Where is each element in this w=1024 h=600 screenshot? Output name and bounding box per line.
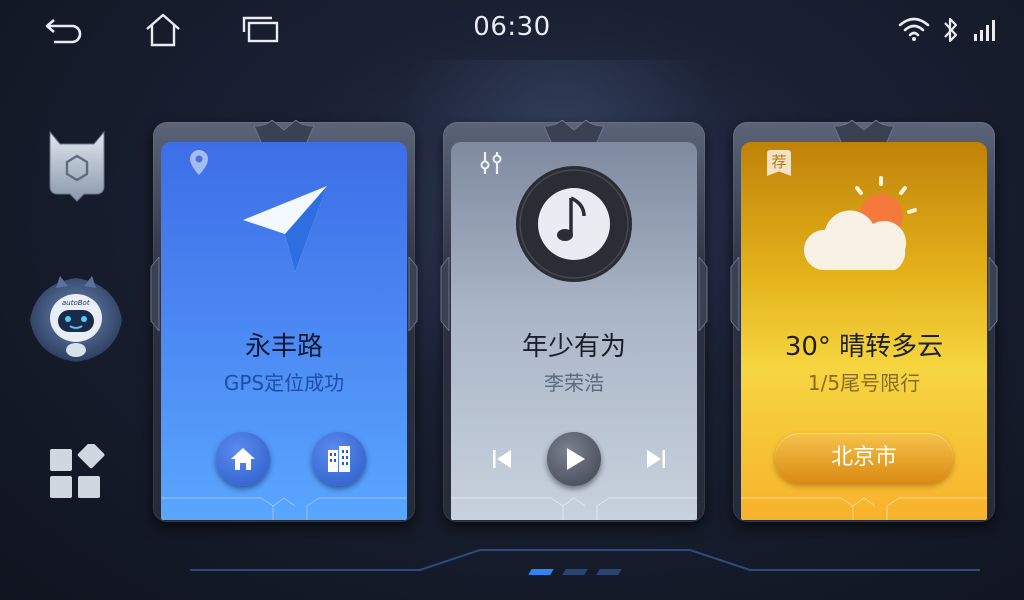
play-button[interactable]	[547, 432, 601, 486]
music-disc-icon	[516, 166, 632, 282]
page-indicator-1[interactable]	[528, 569, 554, 575]
card-side-ornament	[988, 257, 998, 331]
previous-icon[interactable]	[491, 447, 513, 471]
back-icon[interactable]	[44, 16, 84, 46]
hexagon-app-button[interactable]	[46, 130, 108, 202]
card-side-ornament	[440, 257, 450, 331]
robot-icon	[30, 276, 122, 362]
card-side-ornament	[150, 257, 160, 331]
play-icon	[567, 448, 585, 470]
navigation-card[interactable]: 永丰路 GPS定位成功	[150, 120, 418, 522]
robot-assistant-button[interactable]: autoBot	[26, 274, 126, 366]
card-side-ornament	[408, 257, 418, 331]
navigation-title: 永丰路	[244, 332, 323, 362]
equalizer-icon	[480, 152, 502, 174]
partly-cloudy-icon	[803, 176, 917, 270]
page-indicator-3[interactable]	[596, 569, 622, 575]
home-icon	[231, 448, 255, 470]
clock-time: 06:30	[473, 12, 551, 42]
music-card[interactable]: 年少有为 李荣浩	[440, 120, 708, 522]
wifi-icon	[898, 17, 930, 41]
hexagon-icon	[49, 130, 105, 202]
page-indicator-2[interactable]	[562, 569, 588, 575]
card-bottom-ornament	[161, 497, 407, 520]
next-icon[interactable]	[645, 447, 667, 471]
home-icon[interactable]	[144, 12, 182, 48]
song-title: 年少有为	[521, 332, 626, 362]
city-button[interactable]: 北京市	[775, 433, 953, 483]
recent-apps-icon[interactable]	[242, 16, 280, 44]
card-side-ornament	[698, 257, 708, 331]
card-bottom-ornament	[741, 497, 987, 520]
bluetooth-icon	[944, 17, 958, 43]
recommend-badge: 荐	[767, 150, 791, 176]
grid-icon	[50, 441, 105, 498]
weather-temperature: 30° 晴转多云	[784, 332, 944, 362]
signal-icon	[974, 20, 995, 41]
nav-home-button[interactable]	[216, 432, 270, 486]
card-bottom-ornament	[451, 497, 697, 520]
traffic-restriction: 1/5尾号限行	[807, 371, 921, 395]
artist-name: 李荣浩	[544, 371, 604, 395]
navigation-arrow-icon	[243, 186, 327, 272]
weather-card[interactable]: 荐 30° 晴转多云 1/5尾号限行 北京市	[730, 120, 998, 522]
navigation-subtitle: GPS定位成功	[223, 371, 345, 395]
status-bar: 06:30	[0, 0, 1024, 60]
nav-office-button[interactable]	[312, 432, 366, 486]
office-building-icon	[328, 446, 350, 472]
location-pin-icon	[190, 150, 208, 175]
card-side-ornament	[730, 257, 740, 331]
robot-logo-text: autoBot	[62, 299, 90, 307]
app-grid-button[interactable]	[48, 441, 106, 502]
